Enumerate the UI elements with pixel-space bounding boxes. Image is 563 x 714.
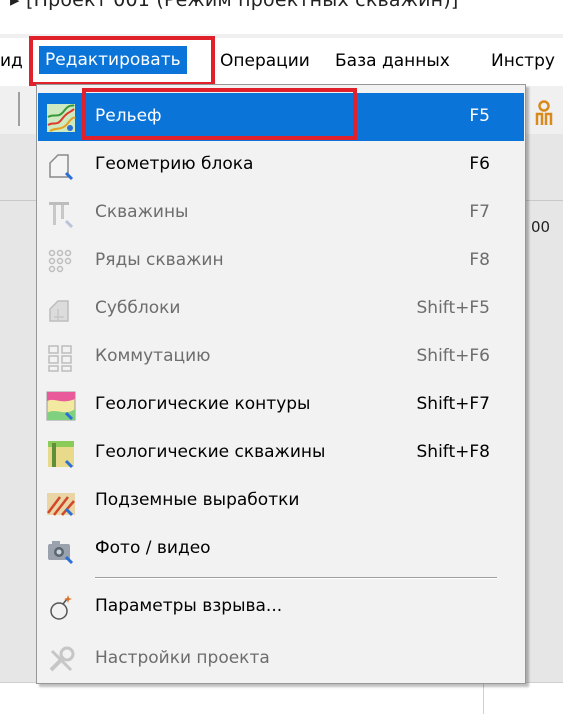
menu-item-wells[interactable]: Скважины F7 xyxy=(38,189,524,237)
explosion-params-icon xyxy=(50,595,72,620)
window-title: ▸ [Проект 001 (Режим проектных скважин)] xyxy=(10,0,459,11)
menu-item-underground-workings[interactable]: Подземные выработки xyxy=(38,477,524,525)
menu-item-block-geometry[interactable]: Геометрию блока F6 xyxy=(38,141,524,189)
axis-value: 00 xyxy=(531,218,551,236)
project-settings-icon xyxy=(49,646,75,672)
window-title-bar: ▸ [Проект 001 (Режим проектных скважин)] xyxy=(0,0,563,34)
menu-edit[interactable]: Редактировать xyxy=(39,46,187,74)
status-strip xyxy=(0,682,563,714)
menu-item-project-settings[interactable]: Настройки проекта xyxy=(38,635,524,683)
menu-bar: ид Редактировать Операции База данных Ин… xyxy=(0,38,563,86)
well-rows-icon xyxy=(48,249,72,273)
wells-icon xyxy=(49,202,74,229)
menu-item-geological-wells[interactable]: Геологические скважины Shift+F8 xyxy=(38,429,524,477)
toolbar-separator xyxy=(18,92,20,126)
menu-tools[interactable]: Инстру xyxy=(491,51,555,71)
menu-item-commutation[interactable]: Коммутацию Shift+F6 xyxy=(38,333,524,381)
camera-icon xyxy=(48,541,74,565)
menu-item-geological-contours[interactable]: Геологические контуры Shift+F7 xyxy=(38,381,524,429)
menu-item-subblocks[interactable]: Субблоки Shift+F5 xyxy=(38,285,524,333)
subblocks-icon xyxy=(49,300,69,322)
menu-item-well-rows[interactable]: Ряды скважин F8 xyxy=(38,237,524,285)
toolbar-person-icon[interactable] xyxy=(533,100,555,126)
menu-operations[interactable]: Операции xyxy=(220,51,310,71)
relief-icon xyxy=(47,104,76,132)
menu-database[interactable]: База данных xyxy=(335,51,450,71)
block-geometry-icon xyxy=(49,154,74,181)
edit-dropdown-menu: Рельеф F5 Геометрию блока F6 Скважины F7… xyxy=(36,84,526,684)
menu-item-photo-video[interactable]: Фото / видео xyxy=(38,525,524,573)
menu-edge-clipped[interactable]: ид xyxy=(0,51,23,71)
commutation-icon xyxy=(48,345,72,372)
geological-wells-icon xyxy=(48,441,74,469)
geological-contours-icon xyxy=(46,391,76,421)
menu-item-explosion-params[interactable]: Параметры взрыва... xyxy=(38,583,524,631)
underground-workings-icon xyxy=(47,493,75,517)
menu-item-relief[interactable]: Рельеф F5 xyxy=(38,93,524,141)
